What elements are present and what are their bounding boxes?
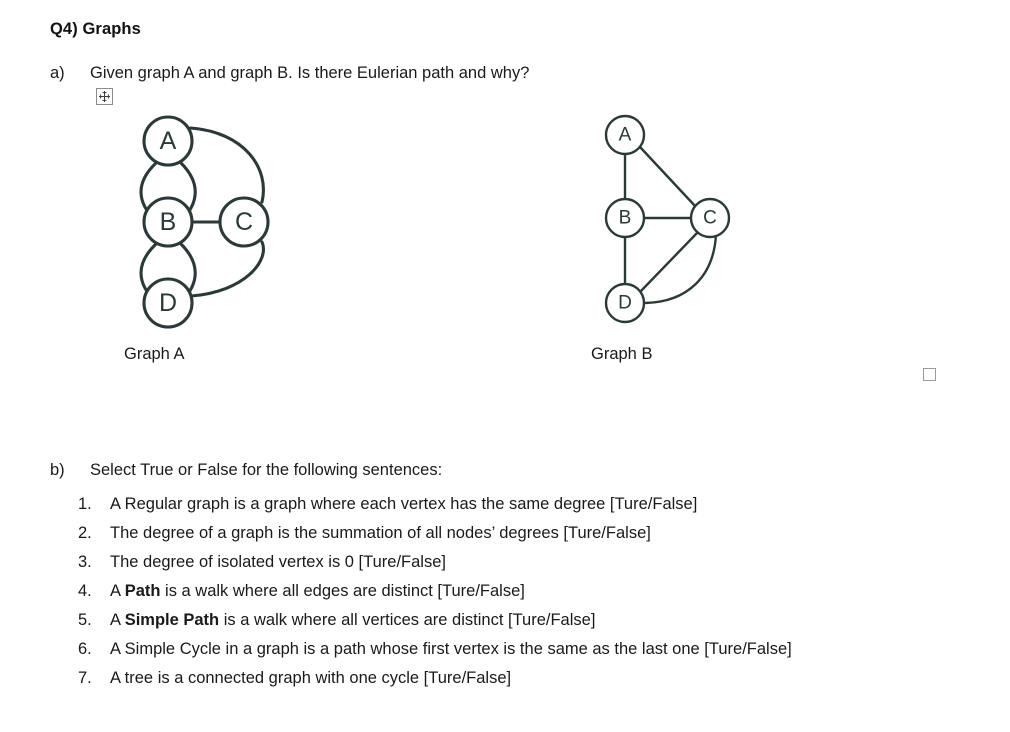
- part-b-question: b) Select True or False for the followin…: [50, 461, 442, 480]
- page-title: Q4) Graphs: [50, 20, 141, 38]
- list-item-number: 4.: [78, 582, 92, 600]
- list-item: 1. A Regular graph is a graph where each …: [78, 490, 792, 519]
- list-item-text: A tree is a connected graph with one cyc…: [110, 669, 512, 687]
- list-item-text: The degree of isolated vertex is 0 [Ture…: [110, 553, 446, 571]
- node-d: D: [604, 282, 646, 324]
- figure-caption-graph-a: Graph A: [124, 345, 185, 363]
- edge-a-c: [188, 126, 265, 204]
- list-item: 3. The degree of isolated vertex is 0 [Tu…: [78, 548, 792, 577]
- edge-d-c-arc: [643, 232, 718, 305]
- list-item-number: 6.: [78, 640, 92, 658]
- part-b-label: b): [50, 461, 65, 479]
- list-item-text: A Path is a walk where all edges are dis…: [110, 582, 525, 600]
- empty-square-icon[interactable]: [923, 368, 936, 381]
- list-item: 6. A Simple Cycle in a graph is a path wh…: [78, 635, 792, 664]
- svg-text:D: D: [159, 289, 177, 317]
- node-b: B: [604, 197, 646, 239]
- edge-d-c: [189, 240, 265, 298]
- svg-text:D: D: [618, 293, 632, 314]
- svg-text:C: C: [703, 208, 717, 229]
- list-item-text: A Regular graph is a graph where each ve…: [110, 495, 698, 513]
- list-item-number: 5.: [78, 611, 92, 629]
- part-b-text: Select True or False for the following s…: [90, 461, 443, 479]
- part-a-text: Given graph A and graph B. Is there Eule…: [90, 64, 530, 82]
- figure-graph-b[interactable]: A B C D: [568, 106, 778, 346]
- svg-text:B: B: [619, 208, 632, 229]
- svg-text:C: C: [235, 208, 253, 236]
- edge-a-c: [638, 145, 698, 209]
- move-cross-icon[interactable]: [96, 88, 113, 105]
- node-a: A: [142, 115, 194, 167]
- list-item-emphasis: Path: [124, 582, 161, 600]
- list-item-number: 7.: [78, 669, 92, 687]
- node-c: C: [218, 196, 270, 248]
- part-a-question: a) Given graph A and graph B. Is there E…: [50, 64, 529, 83]
- list-item-number: 3.: [78, 553, 92, 571]
- svg-text:A: A: [619, 125, 632, 146]
- document-page: Q4) Graphs a) Given graph A and graph B.…: [0, 0, 1010, 732]
- list-item-number: 1.: [78, 495, 92, 513]
- list-item-number: 2.: [78, 524, 92, 542]
- list-item-emphasis: Simple Path: [124, 611, 220, 629]
- svg-text:B: B: [160, 208, 177, 236]
- true-false-list: 1. A Regular graph is a graph where each …: [78, 490, 792, 693]
- edge-d-c-straight: [638, 230, 700, 294]
- figure-caption-graph-b: Graph B: [591, 345, 653, 363]
- list-item-text: The degree of a graph is the summation o…: [110, 524, 651, 542]
- svg-text:A: A: [160, 127, 177, 155]
- part-a-label: a): [50, 64, 65, 82]
- node-a: A: [604, 114, 646, 156]
- list-item: 5. A Simple Path is a walk where all vert…: [78, 606, 792, 635]
- node-b: B: [142, 196, 194, 248]
- list-item: 2. The degree of a graph is the summation…: [78, 519, 792, 548]
- list-item-text: A Simple Path is a walk where all vertic…: [110, 611, 596, 629]
- list-item: 7. A tree is a connected graph with one c…: [78, 664, 792, 693]
- list-item-text: A Simple Cycle in a graph is a path whos…: [110, 640, 792, 658]
- list-item: 4. A Path is a walk where all edges are d…: [78, 577, 792, 606]
- node-c: C: [689, 197, 731, 239]
- node-d: D: [142, 277, 194, 329]
- figure-graph-a[interactable]: A B C D: [104, 106, 314, 346]
